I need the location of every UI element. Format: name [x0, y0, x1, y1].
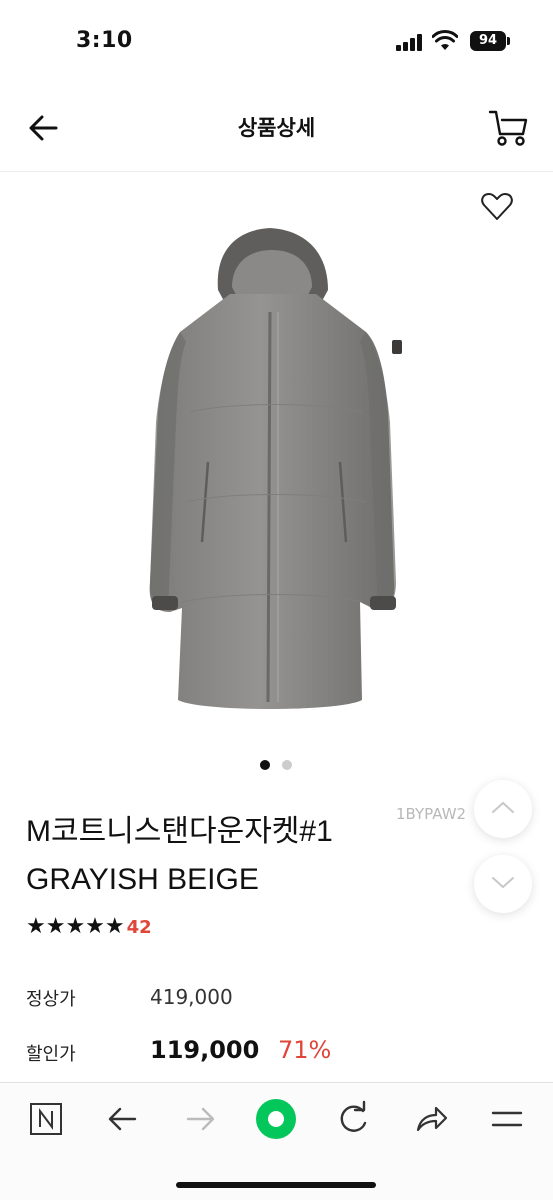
heart-icon[interactable] — [480, 190, 514, 224]
battery-indicator: 94 — [470, 31, 506, 51]
reload-icon[interactable] — [329, 1097, 377, 1141]
naver-icon[interactable] — [22, 1097, 70, 1141]
page-title: 상품상세 — [237, 116, 316, 140]
regular-price-value: 419,000 — [150, 985, 233, 1009]
discount-rate: 71% — [278, 1036, 332, 1064]
product-image[interactable] — [0, 172, 553, 742]
browser-forward-icon[interactable] — [176, 1097, 224, 1141]
sale-price-label: 할인가 — [26, 1044, 76, 1065]
sale-price-value: 119,000 — [150, 1036, 260, 1064]
rating[interactable]: ★★★★★ 42 — [26, 914, 152, 944]
battery-tip — [507, 37, 510, 45]
share-icon[interactable] — [406, 1097, 454, 1141]
product-code: 1BYPAW2 — [396, 805, 467, 823]
browser-back-icon[interactable] — [99, 1097, 147, 1141]
chevron-down-icon — [492, 877, 514, 889]
wifi-icon — [432, 30, 458, 50]
status-time: 3:10 — [76, 28, 133, 53]
home-indicator — [176, 1182, 376, 1188]
green-dot-icon[interactable] — [252, 1097, 300, 1141]
regular-price-label: 정상가 — [26, 989, 76, 1010]
pagination-dot[interactable] — [282, 760, 292, 770]
review-count: 42 — [126, 917, 152, 938]
scroll-down-button[interactable] — [474, 855, 532, 913]
chevron-up-icon — [492, 801, 514, 813]
scroll-up-button[interactable] — [474, 780, 532, 838]
menu-icon[interactable] — [483, 1097, 531, 1141]
page-header: 상품상세 — [0, 84, 553, 172]
image-pagination — [260, 760, 300, 772]
product-name: M코트니스탠다운자켓#1 GRAYISH BEIGE — [26, 815, 333, 896]
cart-icon[interactable] — [486, 106, 530, 150]
signal-icon — [396, 33, 426, 51]
rating-stars: ★★★★★ — [26, 914, 125, 939]
status-bar: 3:10 94 — [0, 0, 553, 84]
pagination-dot-active[interactable] — [260, 760, 270, 770]
